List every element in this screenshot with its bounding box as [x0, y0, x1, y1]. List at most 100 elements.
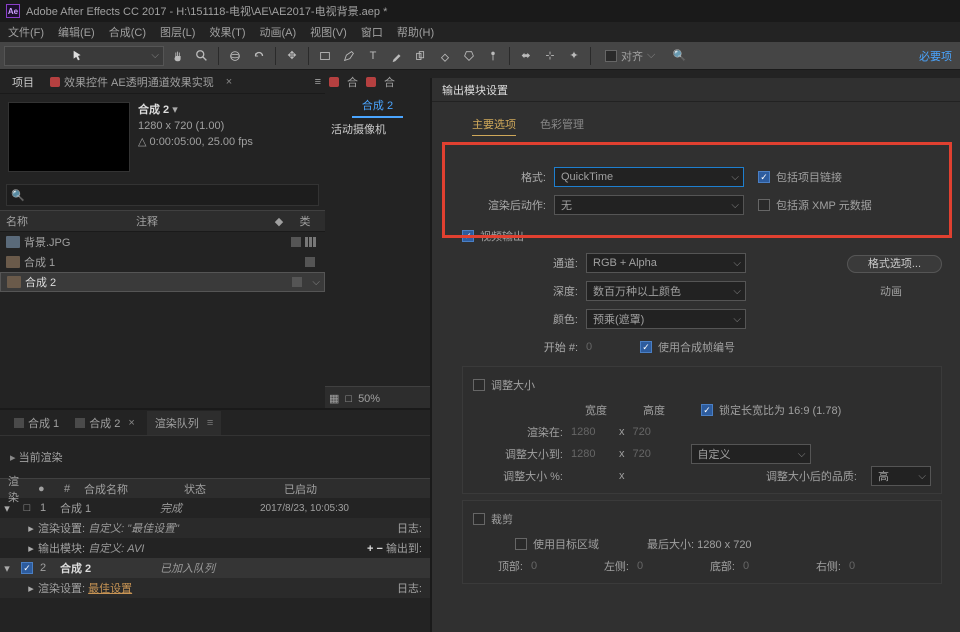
expand-icon[interactable]: ▾: [0, 562, 14, 575]
grid-icon[interactable]: ▦: [329, 392, 339, 405]
video-output-toggle[interactable]: 视频输出: [462, 228, 942, 244]
tab-comp1[interactable]: 合成 1: [6, 411, 67, 435]
rq-render-settings-2[interactable]: ▸ 渲染设置: 最佳设置 日志:: [0, 578, 430, 598]
col-num[interactable]: #: [56, 483, 76, 495]
tab-color-management[interactable]: 色彩管理: [540, 116, 584, 136]
checkbox-icon[interactable]: [758, 171, 770, 183]
color-tag[interactable]: [291, 237, 301, 247]
project-item[interactable]: 背景.JPG: [0, 232, 325, 252]
col-tag[interactable]: ◆: [267, 215, 291, 228]
project-item[interactable]: 合成 2: [0, 272, 325, 292]
anchor-tool[interactable]: ✥: [282, 46, 302, 66]
rq-item-1[interactable]: ▾ □ 1 合成 1 完成 2017/8/23, 10:05:30: [0, 498, 430, 518]
brush-tool[interactable]: [387, 46, 407, 66]
col-note[interactable]: 注释: [136, 213, 267, 229]
search-icon[interactable]: 🔍: [669, 46, 689, 66]
menu-window[interactable]: 窗口: [357, 22, 387, 42]
menu-help[interactable]: 帮助(H): [393, 22, 438, 42]
render-checkbox[interactable]: [21, 562, 33, 574]
col-comp-name[interactable]: 合成名称: [76, 481, 176, 497]
rotate-tool[interactable]: [249, 46, 269, 66]
expand-icon[interactable]: ▾: [0, 502, 14, 515]
color-select[interactable]: 预乘(遮罩): [586, 309, 746, 329]
color-tag[interactable]: [292, 277, 302, 287]
view-axis-icon[interactable]: ✦: [564, 46, 584, 66]
snap-checkbox[interactable]: [605, 50, 617, 62]
text-tool[interactable]: T: [363, 46, 383, 66]
viewer-comp-tab[interactable]: 合成 2: [352, 94, 403, 118]
menu-effect[interactable]: 效果(T): [205, 22, 249, 42]
close-icon[interactable]: ×: [124, 417, 138, 429]
col-tag[interactable]: ●: [30, 483, 56, 495]
comp-icon: [75, 418, 85, 428]
local-axis-icon[interactable]: ⬌: [516, 46, 536, 66]
col-started[interactable]: 已启动: [276, 481, 396, 497]
format-options-button[interactable]: 格式选项...: [847, 255, 942, 273]
menu-layer[interactable]: 图层(L): [156, 22, 199, 42]
checkbox-icon[interactable]: [473, 379, 485, 391]
checkbox-icon[interactable]: [473, 513, 485, 525]
col-type[interactable]: 类: [291, 213, 319, 229]
active-camera[interactable]: 活动摄像机: [331, 121, 386, 137]
world-axis-icon[interactable]: ⊹: [540, 46, 560, 66]
project-search[interactable]: 🔍: [6, 184, 319, 206]
menu-file[interactable]: 文件(F): [4, 22, 48, 42]
col-name[interactable]: 名称: [6, 213, 136, 229]
record-icon: [50, 77, 60, 87]
checkbox-icon: [701, 404, 713, 416]
include-xmp[interactable]: 包括源 XMP 元数据: [758, 197, 872, 213]
zoom-tool[interactable]: [192, 46, 212, 66]
tab-comp2[interactable]: 合成 2×: [67, 411, 147, 435]
menu-comp[interactable]: 合成(C): [105, 22, 150, 42]
resize-toggle[interactable]: 调整大小: [473, 377, 931, 393]
res-icon[interactable]: □: [345, 393, 352, 405]
tab-main-options[interactable]: 主要选项: [472, 116, 516, 136]
flow-arrow-icon: ▾: [172, 104, 178, 116]
menu-edit[interactable]: 编辑(E): [54, 22, 99, 42]
rq-render-settings[interactable]: ▸ 渲染设置: 自定义: "最佳设置" 日志:: [0, 518, 430, 538]
format-select[interactable]: QuickTime: [554, 167, 744, 187]
pen-tool[interactable]: [339, 46, 359, 66]
comp-icon: [14, 418, 24, 428]
start-num-value: 0: [586, 341, 626, 353]
item-label: 合成 1: [24, 254, 55, 270]
post-render-select[interactable]: 无: [554, 195, 744, 215]
selection-tool[interactable]: [4, 46, 164, 66]
project-panel-tabs: 项目 效果控件 AE透明通道效果实现 × ≡: [0, 70, 325, 94]
color-tag[interactable]: [305, 257, 315, 267]
image-icon: [6, 236, 20, 248]
checkbox-icon[interactable]: [462, 230, 474, 242]
hand-tool[interactable]: [168, 46, 188, 66]
checkbox-icon[interactable]: [758, 199, 770, 211]
orbit-tool[interactable]: [225, 46, 245, 66]
workspace-essentials[interactable]: 必要项: [919, 48, 952, 64]
effect-controls-tab[interactable]: 效果控件 AE透明通道效果实现: [42, 71, 222, 93]
panel-menu-icon[interactable]: ≡: [315, 76, 321, 88]
rq-output-module[interactable]: ▸ 输出模块: 自定义: AVI + − 输出到:: [0, 538, 430, 558]
project-item[interactable]: 合成 1: [0, 252, 325, 272]
menu-anim[interactable]: 动画(A): [256, 22, 301, 42]
clone-tool[interactable]: [411, 46, 431, 66]
checkbox-icon: [640, 341, 652, 353]
crop-block: 裁剪 使用目标区域最后大小: 1280 x 720 顶部:0 左侧:0 底部:0…: [462, 500, 942, 584]
project-tab[interactable]: 项目: [4, 71, 42, 93]
col-status[interactable]: 状态: [176, 481, 276, 497]
menu-view[interactable]: 视图(V): [306, 22, 351, 42]
close-tab-icon[interactable]: ×: [222, 76, 236, 88]
depth-select[interactable]: 数百万种以上颜色: [586, 281, 746, 301]
channels-select[interactable]: RGB + Alpha: [586, 253, 746, 273]
include-project-link[interactable]: 包括项目链接: [758, 169, 842, 185]
roto-tool[interactable]: [459, 46, 479, 66]
pin-tool[interactable]: [483, 46, 503, 66]
flowchart-icon[interactable]: [305, 237, 319, 247]
channels-label: 通道:: [522, 255, 578, 271]
rq-item-2[interactable]: ▾ 2 合成 2 已加入队列: [0, 558, 430, 578]
snap-toggle[interactable]: 对齐 ⌵: [605, 48, 655, 64]
comp-icon: [7, 276, 21, 288]
crop-toggle[interactable]: 裁剪: [473, 511, 931, 527]
project-info: 合成 2 ▾ 1280 x 720 (1.00) △ 0:00:05:00, 2…: [0, 94, 325, 180]
zoom-value[interactable]: 50%: [358, 393, 380, 405]
eraser-tool[interactable]: [435, 46, 455, 66]
tab-render-queue[interactable]: 渲染队列≡: [147, 411, 221, 435]
rect-tool[interactable]: [315, 46, 335, 66]
